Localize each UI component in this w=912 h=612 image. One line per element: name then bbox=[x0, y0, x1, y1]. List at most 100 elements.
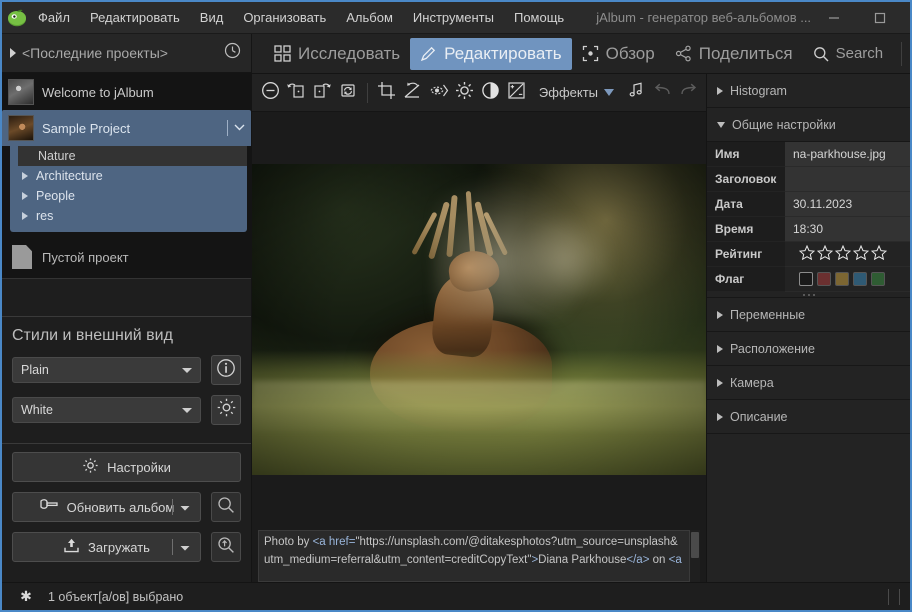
preview-album-button[interactable] bbox=[211, 492, 241, 522]
clock-icon[interactable] bbox=[224, 42, 241, 64]
caption-scrollbar-thumb[interactable] bbox=[691, 532, 699, 558]
triangle-right-icon[interactable] bbox=[22, 212, 28, 220]
tree-item-nature[interactable]: Nature bbox=[18, 146, 247, 166]
recent-projects-header[interactable]: <Последние проекты> bbox=[2, 34, 252, 73]
remove-button[interactable] bbox=[258, 78, 282, 108]
star-icon-1[interactable] bbox=[798, 244, 816, 263]
menu-file[interactable]: Файл bbox=[28, 6, 80, 29]
metadata-panel-spacer bbox=[707, 434, 910, 582]
project-item-sample[interactable]: Sample Project bbox=[2, 110, 251, 146]
menu-help[interactable]: Помощь bbox=[504, 6, 574, 29]
preview-online-button[interactable] bbox=[211, 532, 241, 562]
tab-share-label: Поделиться bbox=[698, 43, 793, 63]
project-label: Sample Project bbox=[42, 120, 131, 136]
star-icon-3[interactable] bbox=[834, 244, 852, 263]
menu-view[interactable]: Вид bbox=[190, 6, 234, 29]
section-camera-label: Камера bbox=[730, 375, 774, 390]
style-row: Plain bbox=[12, 355, 241, 385]
property-value-date[interactable]: 30.11.2023 bbox=[785, 192, 910, 217]
tree-item-label: res bbox=[36, 209, 54, 223]
section-histogram[interactable]: Histogram bbox=[707, 74, 910, 108]
redo-button[interactable] bbox=[676, 78, 700, 108]
project-item-empty[interactable]: Пустой проект bbox=[2, 236, 251, 278]
star-icon-2[interactable] bbox=[816, 244, 834, 263]
property-value-flag[interactable] bbox=[785, 267, 910, 292]
menu-tools[interactable]: Инструменты bbox=[403, 6, 504, 29]
project-tree: Nature Architecture People res bbox=[10, 146, 247, 232]
section-variables[interactable]: Переменные bbox=[707, 298, 910, 332]
empty-project-label: Пустой проект bbox=[42, 249, 129, 265]
levels-button[interactable] bbox=[505, 78, 529, 108]
triangle-right-icon bbox=[717, 86, 723, 95]
star-icon-5[interactable] bbox=[870, 244, 888, 263]
triangle-right-icon[interactable] bbox=[22, 172, 28, 180]
caption-scrollbar[interactable] bbox=[690, 530, 700, 582]
image-canvas[interactable] bbox=[252, 112, 706, 526]
tab-explore[interactable]: Исследовать bbox=[264, 38, 410, 70]
menu-album[interactable]: Альбом bbox=[336, 6, 403, 29]
preview-frame-icon bbox=[582, 45, 599, 62]
flag-swatch-green[interactable] bbox=[871, 272, 885, 286]
upload-button[interactable]: Загружать bbox=[12, 532, 201, 562]
caption-area: Photo by <a href="https://unsplash.com/@… bbox=[252, 526, 706, 582]
audio-button[interactable] bbox=[624, 78, 648, 108]
section-camera[interactable]: Камера bbox=[707, 366, 910, 400]
make-album-split[interactable] bbox=[172, 493, 190, 521]
close-button[interactable] bbox=[903, 2, 912, 34]
tree-item-architecture[interactable]: Architecture bbox=[10, 166, 247, 186]
tree-item-people[interactable]: People bbox=[10, 186, 247, 206]
undo-button[interactable] bbox=[650, 78, 674, 108]
tab-share[interactable]: Поделиться bbox=[665, 38, 803, 70]
tab-edit[interactable]: Редактировать bbox=[410, 37, 572, 70]
rotate-right-button[interactable] bbox=[310, 78, 334, 108]
caption-input[interactable]: Photo by <a href="https://unsplash.com/@… bbox=[258, 530, 690, 582]
property-value-rating[interactable] bbox=[785, 242, 910, 267]
style-info-button[interactable] bbox=[211, 355, 241, 385]
straighten-button[interactable] bbox=[401, 78, 425, 108]
rotate-left-button[interactable] bbox=[284, 78, 308, 108]
triangle-right-icon[interactable] bbox=[22, 192, 28, 200]
skin-settings-button[interactable] bbox=[211, 395, 241, 425]
chevron-down-icon[interactable] bbox=[180, 540, 190, 555]
section-general-settings[interactable]: Общие настройки bbox=[707, 108, 910, 142]
flag-swatch-red[interactable] bbox=[817, 272, 831, 286]
make-album-button[interactable]: Обновить альбом bbox=[12, 492, 201, 522]
section-histogram-label: Histogram bbox=[730, 83, 787, 98]
tab-preview[interactable]: Обзор bbox=[572, 38, 665, 70]
menu-edit[interactable]: Редактировать bbox=[80, 6, 190, 29]
rating-stars[interactable] bbox=[793, 244, 888, 263]
photo-preview[interactable] bbox=[252, 163, 706, 475]
flag-swatch-yellow[interactable] bbox=[835, 272, 849, 286]
star-icon-4[interactable] bbox=[852, 244, 870, 263]
section-location[interactable]: Расположение bbox=[707, 332, 910, 366]
minimize-button[interactable] bbox=[811, 2, 857, 34]
brightness-button[interactable] bbox=[453, 78, 477, 108]
contrast-button[interactable] bbox=[479, 78, 503, 108]
crop-button[interactable] bbox=[375, 78, 399, 108]
reload-image-button[interactable] bbox=[336, 78, 360, 108]
property-value-title[interactable] bbox=[785, 167, 910, 192]
red-eye-icon bbox=[428, 81, 449, 105]
sidebar-actions: Настройки Обновить альбом Загружать bbox=[2, 443, 251, 582]
project-item-welcome[interactable]: Welcome to jAlbum bbox=[2, 74, 251, 110]
property-value-name[interactable]: na-parkhouse.jpg bbox=[785, 142, 910, 167]
effects-menu[interactable]: Эффекты bbox=[531, 78, 622, 108]
style-select[interactable]: Plain bbox=[12, 357, 201, 383]
skin-select[interactable]: White bbox=[12, 397, 201, 423]
flag-swatch-none[interactable] bbox=[799, 272, 813, 286]
menu-organize[interactable]: Организовать bbox=[233, 6, 336, 29]
property-value-time[interactable]: 18:30 bbox=[785, 217, 910, 242]
tree-item-res[interactable]: res bbox=[10, 206, 247, 226]
settings-button[interactable]: Настройки bbox=[12, 452, 241, 482]
flag-swatch-blue[interactable] bbox=[853, 272, 867, 286]
flag-swatches[interactable] bbox=[793, 272, 885, 286]
upload-split[interactable] bbox=[172, 533, 190, 561]
tab-search-label: Search bbox=[835, 45, 884, 62]
tab-search[interactable]: Search bbox=[803, 38, 894, 70]
chevron-down-icon[interactable] bbox=[180, 500, 190, 515]
red-eye-button[interactable] bbox=[427, 78, 451, 108]
chevron-down-icon[interactable] bbox=[234, 123, 245, 134]
main-body: Welcome to jAlbum Sample Project Nature bbox=[2, 74, 910, 582]
section-description[interactable]: Описание bbox=[707, 400, 910, 434]
maximize-button[interactable] bbox=[857, 2, 903, 34]
